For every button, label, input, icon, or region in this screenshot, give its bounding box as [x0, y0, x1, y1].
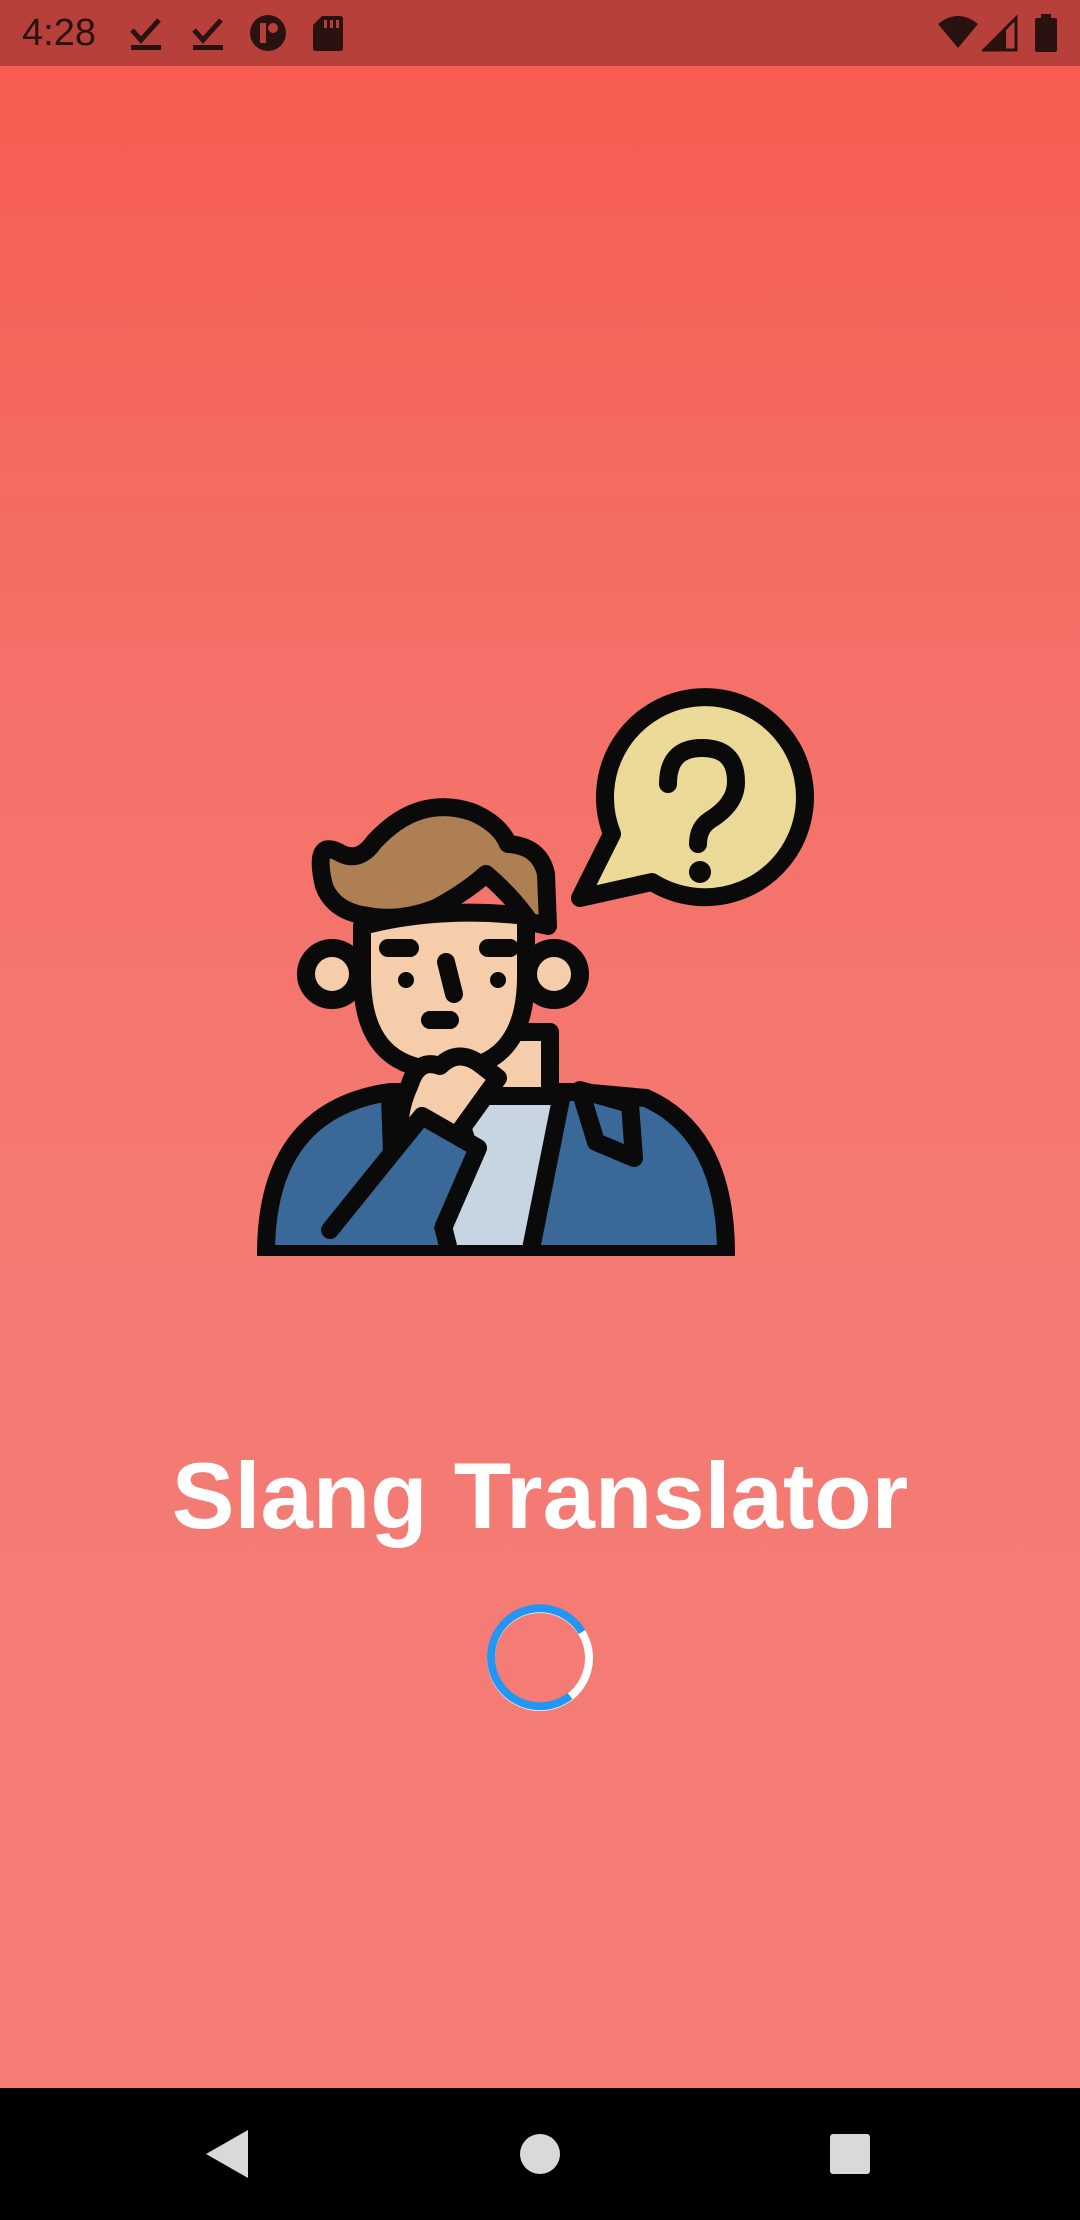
download-done-icon — [130, 18, 161, 50]
download-done-icon — [192, 18, 223, 50]
splash-screen: Slang Translator — [0, 66, 1080, 2088]
app-notification-icon — [250, 15, 286, 51]
app-title: Slang Translator — [171, 1443, 909, 1548]
cellular-signal-icon — [982, 14, 1018, 52]
status-bar: 4:28 — [0, 0, 1080, 66]
status-time: 4:28 — [22, 12, 96, 54]
recents-icon[interactable] — [810, 2114, 890, 2194]
battery-icon — [1035, 14, 1057, 52]
loading-spinner — [487, 1604, 593, 1711]
back-icon[interactable] — [186, 2114, 266, 2194]
wifi-icon — [938, 16, 978, 48]
thinking-person-illustration — [257, 688, 814, 1256]
home-icon[interactable] — [500, 2114, 580, 2194]
navigation-bar — [0, 2088, 1080, 2220]
sd-card-icon — [313, 16, 343, 51]
